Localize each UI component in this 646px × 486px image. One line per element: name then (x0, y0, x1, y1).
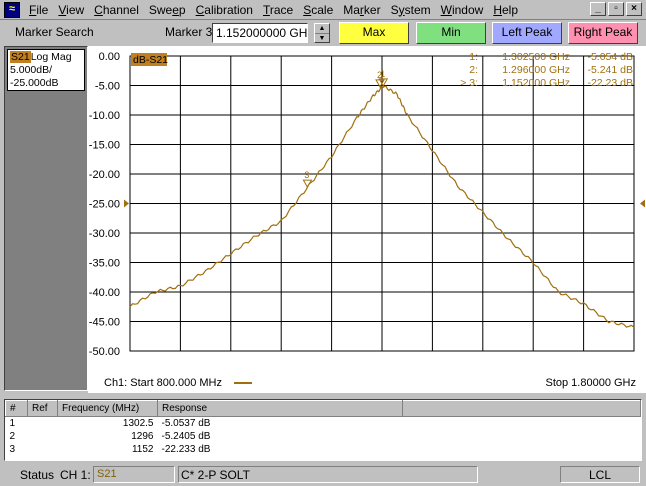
restore-button[interactable]: ▫ (608, 2, 624, 16)
row-response: -5.2405 dB (161, 430, 211, 442)
row-frequency: 1152 (131, 443, 154, 455)
row-frequency: 1296 (131, 430, 154, 442)
marker-table: # Ref Frequency (MHz) Response 1 1302.5 -5… (5, 400, 641, 456)
left-peak-button[interactable]: Left Peak (492, 22, 562, 44)
spin-down-icon[interactable]: ▼ (315, 33, 329, 42)
y-tick-label: 0.00 (99, 51, 120, 63)
y-tick-label: -15.00 (89, 140, 120, 152)
stop-frequency-label: Stop 1.80000 GHz (545, 377, 636, 389)
trace-info[interactable]: S21Log Mag 5.000dB/ -25.000dB (7, 49, 85, 91)
menu-item-9[interactable]: Window (436, 1, 489, 19)
menu-item-3[interactable]: Sweep (144, 1, 191, 19)
readout-value: -5.241 dB (587, 64, 633, 76)
right-peak-button[interactable]: Right Peak (568, 22, 638, 44)
close-button[interactable]: × (626, 2, 642, 16)
menu-item-0[interactable]: File (24, 1, 53, 19)
window-controls: _ ▫ × (590, 2, 642, 16)
row-ref (28, 430, 58, 443)
marker-3-label: 3 (304, 170, 309, 180)
y-tick-label: -45.00 (89, 317, 120, 329)
trace-scale: 5.000dB/ (10, 64, 53, 76)
trace-name: S21 (10, 51, 31, 63)
header-response[interactable]: Response (157, 400, 403, 417)
chart-area[interactable]: 0.00 -5.00 -10.00 -15.00 -20.00 -25.00 -30.00 -… (88, 46, 646, 393)
start-frequency-label: Ch1: Start 800.000 MHz (104, 377, 223, 389)
menu-item-8[interactable]: System (386, 1, 436, 19)
readout-frequency: 1.296000 GHz (502, 64, 570, 76)
row-frequency: 1302.5 (122, 417, 154, 429)
trace-ref: -25.000dB (10, 77, 59, 89)
status-parameter: S21 (93, 466, 175, 483)
menu-item-7[interactable]: Marker (338, 1, 385, 19)
readout-id: 1: (469, 51, 478, 63)
header-ref[interactable]: Ref (27, 400, 58, 417)
y-tick-label: -30.00 (89, 228, 120, 240)
readout-frequency: 1.302500 GHz (502, 51, 570, 63)
start-frequency-line: Ch1: Start 800.000 MHz (104, 377, 253, 389)
status-channel: CH 1: (60, 468, 91, 482)
menu-item-1[interactable]: View (53, 1, 89, 19)
header-filler (402, 400, 641, 417)
trace-label: dB-S21 (133, 54, 168, 66)
ref-right-arrow-icon (640, 199, 645, 208)
row-num: 1 (9, 417, 16, 429)
marker-value-input[interactable]: 1.152000000 GHz (212, 23, 308, 43)
minimize-button[interactable]: _ (590, 2, 606, 16)
min-button[interactable]: Min (416, 22, 486, 44)
readout-frequency: 1.152000 GHz (502, 77, 570, 89)
status-calibration: C* 2-P SOLT (181, 468, 250, 482)
status-label: Status (20, 468, 55, 482)
row-response: -22.233 dB (161, 443, 211, 455)
menu-item-2[interactable]: Channel (89, 1, 144, 19)
row-ref (28, 443, 58, 456)
readout-value: -22.23 dB (587, 77, 633, 89)
menu-item-4[interactable]: Calibration (191, 1, 258, 19)
table-row[interactable]: 1 1302.5 -5.0537 dB (6, 417, 641, 430)
y-tick-label: -20.00 (89, 169, 120, 181)
menu-item-10[interactable]: Help (488, 1, 523, 19)
legend-swatch (234, 382, 253, 385)
marker-2-label: 2 (377, 70, 382, 80)
header-frequency[interactable]: Frequency (MHz) (57, 400, 158, 417)
s21-chart[interactable]: 0.00 -5.00 -10.00 -15.00 -20.00 -25.00 -30.00 -… (88, 46, 646, 393)
trace-panel: S21Log Mag 5.000dB/ -25.000dB (4, 46, 88, 391)
readout-id: 2: (469, 64, 478, 76)
menu-item-6[interactable]: Scale (298, 1, 338, 19)
table-row[interactable]: 3 1152 -22.233 dB (6, 443, 641, 456)
y-tick-label: -35.00 (89, 258, 120, 270)
table-row[interactable]: 2 1296 -5.2405 dB (6, 430, 641, 443)
row-num: 3 (9, 443, 16, 455)
readout-value: -5.054 dB (587, 51, 633, 63)
marker-table-panel: # Ref Frequency (MHz) Response 1 1302.5 -5… (4, 399, 642, 461)
y-tick-label: -10.00 (89, 110, 120, 122)
y-tick-label: -5.00 (95, 81, 120, 93)
readout-id: > 3: (460, 77, 478, 89)
row-num: 2 (9, 430, 16, 442)
app-icon[interactable]: ≈ (4, 1, 20, 18)
marker-toolbar: Marker Search Marker 3 1.152000000 GHz ▲… (0, 21, 646, 45)
menu-bar: ≈ File View Channel Sweep Calibration Trace Sc… (0, 0, 646, 20)
trace-format: Log Mag (30, 51, 72, 63)
status-bar: Status CH 1: S21 C* 2-P SOLT LCL (0, 464, 646, 486)
marker-table-header: # Ref Frequency (MHz) Response (5, 400, 641, 417)
spin-up-icon[interactable]: ▲ (315, 24, 329, 33)
y-tick-label: -50.00 (89, 346, 120, 358)
menu-item-5[interactable]: Trace (258, 1, 298, 19)
menu-items: File View Channel Sweep Calibration Trace Scal… (24, 1, 523, 19)
marker-select-label: Marker 3 (165, 25, 213, 39)
marker-table-body: 1 1302.5 -5.0537 dB 2 1296 -5.2405 dB 3 1152 -22… (6, 417, 641, 456)
max-button[interactable]: Max (339, 22, 409, 44)
y-tick-label: -25.00 (89, 199, 120, 211)
row-ref (28, 417, 58, 430)
row-response: -5.0537 dB (161, 417, 211, 429)
y-tick-label: -40.00 (89, 287, 120, 299)
header-num[interactable]: # (5, 400, 28, 417)
status-ref: LCL (560, 466, 640, 483)
marker-value-spinner[interactable]: ▲ ▼ (314, 23, 330, 43)
ref-left-arrow-icon (124, 199, 129, 208)
marker-search-label: Marker Search (15, 25, 94, 39)
